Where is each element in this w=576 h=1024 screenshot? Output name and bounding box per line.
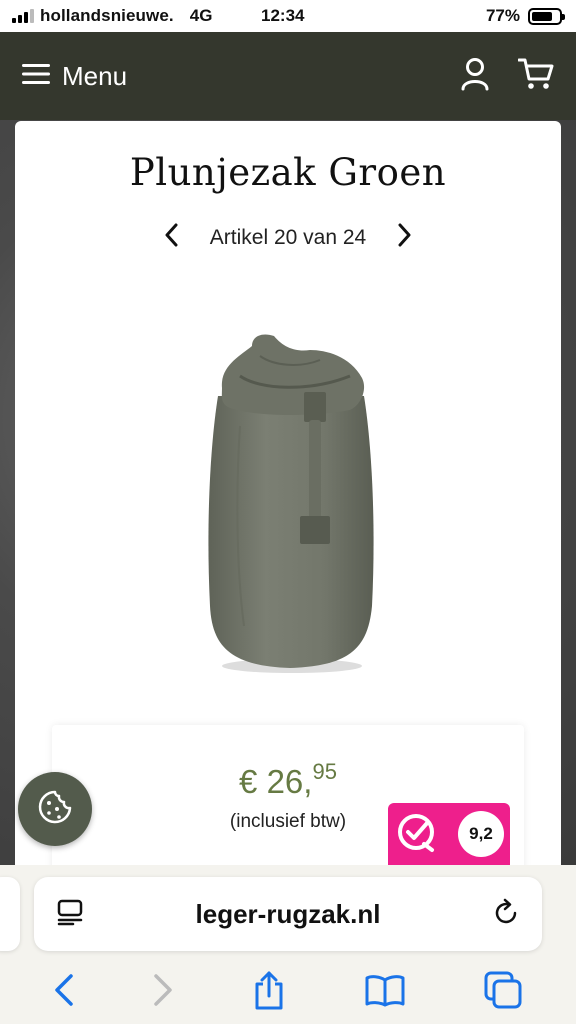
product-image[interactable]: [200, 326, 380, 681]
status-time: 12:34: [261, 6, 305, 25]
rating-score: 9,2: [458, 811, 504, 857]
price-main: € 26,: [239, 763, 313, 800]
site-header: Menu: [0, 32, 576, 120]
price-cents: 95: [312, 759, 337, 784]
menu-label: Menu: [62, 60, 128, 91]
share-icon[interactable]: [252, 970, 286, 1010]
cart-icon[interactable]: [517, 57, 554, 96]
browser-toolbar: [0, 965, 576, 1015]
reader-mode-icon[interactable]: [56, 898, 84, 931]
status-bar: hollandsnieuwe. 4G 12:34 77%: [0, 0, 576, 32]
menu-icon: [22, 63, 50, 90]
url-text: leger-rugzak.nl: [195, 898, 381, 929]
product-price: € 26,95: [52, 759, 524, 801]
next-article-button[interactable]: [398, 223, 412, 253]
menu-button[interactable]: Menu: [22, 61, 127, 92]
article-pager: Artikel 20 van 24: [15, 223, 561, 253]
product-card: Plunjezak Groen Artikel 20 van 24 € 26,9…: [15, 121, 561, 895]
previous-tab-preview[interactable]: [0, 877, 20, 951]
account-icon[interactable]: [460, 57, 490, 96]
chevron-left-icon: [164, 223, 178, 253]
battery-percent: 77%: [485, 6, 520, 25]
carrier-name: hollandsnieuwe.: [40, 6, 174, 25]
forward-icon[interactable]: [152, 973, 174, 1007]
kiyoh-logo-icon: [394, 810, 438, 859]
battery-indicator: 77%: [485, 6, 565, 26]
pager-text: Artikel 20 van 24: [209, 226, 367, 249]
back-icon[interactable]: [53, 973, 75, 1007]
product-title: Plunjezak Groen: [129, 151, 447, 194]
rating-badge[interactable]: 9,2: [388, 803, 510, 865]
tabs-icon[interactable]: [483, 970, 523, 1010]
bookmarks-icon[interactable]: [364, 973, 406, 1007]
network-type: 4G: [189, 6, 213, 25]
browser-bottom-bar: leger-rugzak.nl: [0, 865, 576, 1024]
chevron-right-icon: [398, 223, 412, 253]
signal-icon: [12, 9, 34, 23]
reload-icon[interactable]: [492, 898, 520, 931]
address-bar[interactable]: leger-rugzak.nl: [34, 877, 542, 951]
cookie-settings-button[interactable]: [18, 772, 92, 846]
previous-article-button[interactable]: [164, 223, 178, 253]
battery-icon: [528, 7, 565, 25]
cookie-icon: [37, 789, 73, 830]
